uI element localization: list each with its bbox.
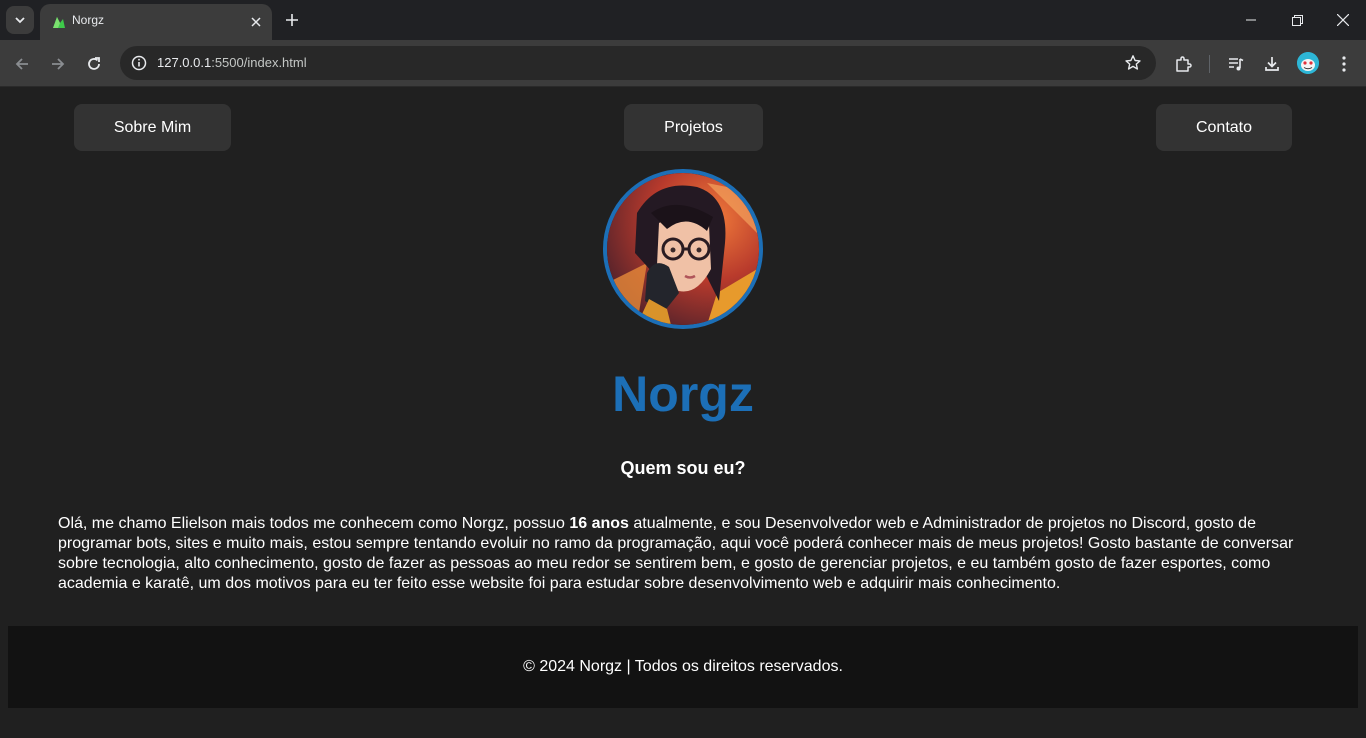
bookmark-star-icon[interactable]: [1124, 54, 1142, 72]
section-heading: Quem sou eu?: [620, 458, 746, 478]
close-icon: [1337, 14, 1349, 26]
browser-tab[interactable]: Norgz: [40, 4, 272, 40]
close-window-button[interactable]: [1320, 0, 1366, 40]
minimize-button[interactable]: [1228, 0, 1274, 40]
arrow-right-icon: [52, 58, 65, 70]
profile-picture: [603, 169, 763, 329]
url-text[interactable]: 127.0.0.1:5500/index.html: [157, 55, 307, 70]
arrow-left-icon: [15, 58, 28, 70]
tab-title: Norgz: [72, 13, 105, 27]
minimize-icon: [1246, 19, 1256, 21]
bio-age-highlight: 16 anos: [569, 515, 629, 532]
footer: © 2024 Norgz | Todos os direitos reserva…: [8, 626, 1358, 708]
new-tab-button[interactable]: [280, 8, 304, 32]
tab-search-button[interactable]: [6, 6, 34, 34]
page-content: Sobre Mim Projetos Contato Norgz Quem so…: [0, 88, 1366, 738]
nav-projects-button[interactable]: Projetos: [624, 104, 763, 151]
profile-illustration: [607, 173, 759, 325]
browser-toolbar: 127.0.0.1:5500/index.html: [0, 40, 1366, 87]
restore-icon: [1291, 14, 1303, 26]
extensions-button[interactable]: [1169, 50, 1197, 78]
more-vert-icon: [1342, 56, 1346, 72]
browser-menu-button[interactable]: [1330, 50, 1358, 78]
back-button[interactable]: [8, 50, 36, 78]
reload-icon: [88, 57, 100, 70]
puzzle-icon: [1176, 56, 1192, 72]
bio-text-start: Olá, me chamo Elielson mais todos me con…: [58, 515, 570, 532]
restore-button[interactable]: [1274, 0, 1320, 40]
profile-avatar[interactable]: [1297, 52, 1319, 74]
media-controls-button[interactable]: [1222, 50, 1250, 78]
toolbar-separator: [1209, 55, 1210, 73]
page-title: Norgz: [612, 366, 754, 422]
downloads-button[interactable]: [1258, 50, 1286, 78]
forward-button[interactable]: [44, 50, 72, 78]
favicon-icon: [53, 17, 65, 28]
close-icon: [251, 17, 261, 27]
bio-paragraph: Olá, me chamo Elielson mais todos me con…: [58, 514, 1310, 594]
url-path: :5500/index.html: [211, 55, 307, 70]
nav-about-button[interactable]: Sobre Mim: [74, 104, 231, 151]
chevron-down-icon: [15, 17, 25, 24]
profile-avatar-icon: [1297, 52, 1319, 74]
browser-tab-strip: Norgz: [0, 0, 1366, 40]
address-bar[interactable]: 127.0.0.1:5500/index.html: [120, 46, 1156, 80]
nav-contact-button[interactable]: Contato: [1156, 104, 1292, 151]
url-host: 127.0.0.1: [157, 55, 212, 70]
reload-button[interactable]: [80, 50, 108, 78]
plus-icon: [286, 14, 298, 26]
playlist-music-icon: [1229, 58, 1244, 71]
download-icon: [1265, 57, 1279, 71]
footer-text: © 2024 Norgz | Todos os direitos reserva…: [523, 658, 843, 675]
site-info-icon[interactable]: [130, 54, 148, 72]
close-tab-button[interactable]: [246, 12, 266, 32]
